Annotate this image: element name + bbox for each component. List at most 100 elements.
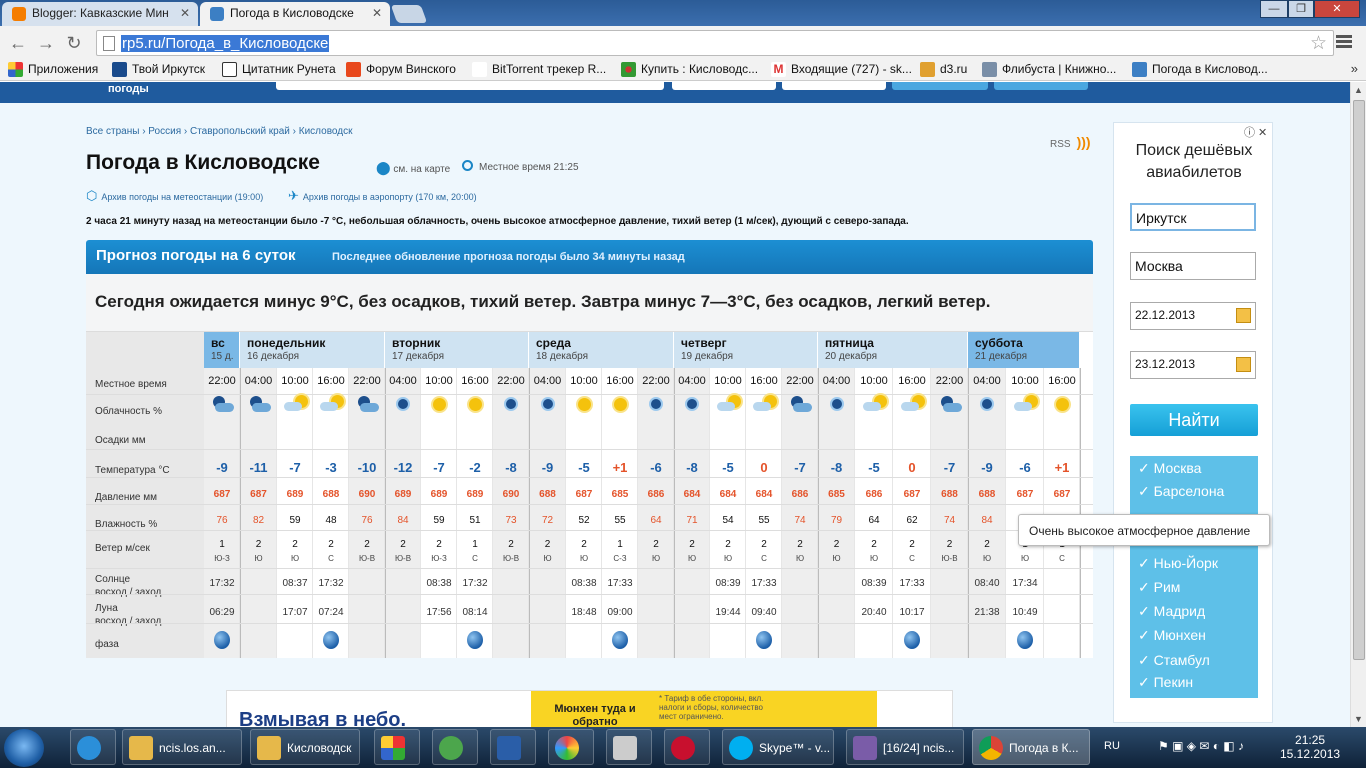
to-field[interactable]: Москва	[1130, 252, 1256, 280]
reload-button[interactable]: ↻	[62, 31, 86, 55]
task-item-active[interactable]: Погода в К...	[972, 729, 1090, 765]
archive-airport-link[interactable]: ✈ Архив погоды в аэропорту (170 км, 20:00…	[288, 188, 477, 204]
from-field[interactable]: Иркутск	[1130, 203, 1256, 231]
bookmark-weather[interactable]: Погода в Кисловод...	[1132, 62, 1268, 77]
day-date: 15 д.	[211, 351, 234, 362]
task-item[interactable]	[548, 729, 594, 765]
address-bar[interactable]: rp5.ru/Погода_в_Кисловодске ☆	[96, 30, 1334, 56]
label-temp: Температура °С	[95, 465, 170, 476]
task-item[interactable]: Skype™ - v...	[722, 729, 834, 765]
local-time: Местное время 21:25	[462, 160, 579, 173]
ad-close-icon[interactable]: ⓘ ✕	[1244, 124, 1267, 140]
tray-icons[interactable]: ⚑ ▣ ◈ ✉ ◐ ◧ ♪	[1158, 739, 1244, 753]
time-cell: 10:00	[1011, 375, 1039, 387]
calendar-icon[interactable]	[1236, 357, 1251, 372]
city-item[interactable]: ✓ Стамбул	[1138, 652, 1210, 669]
sun-cloud-icon	[318, 394, 344, 414]
sun-time-cell: 08:38	[426, 578, 452, 589]
city-item[interactable]: ✓ Нью-Йорк	[1138, 555, 1218, 572]
bookmark-irkutsk[interactable]: Твой Иркутск	[112, 62, 205, 77]
city-item[interactable]: ✓ Рим	[1138, 579, 1180, 596]
task-item[interactable]	[606, 729, 652, 765]
humidity-cell: 84	[397, 515, 409, 526]
label-sun-sub: восход / заход	[95, 587, 162, 598]
ie-icon	[77, 736, 101, 760]
scrollbar[interactable]: ▲ ▼	[1350, 82, 1366, 727]
rss-link[interactable]: RSS)))	[1050, 134, 1091, 150]
site-button[interactable]	[892, 82, 988, 90]
url-text[interactable]: rp5.ru/Погода_в_Кисловодске	[121, 35, 330, 52]
task-item[interactable]	[664, 729, 710, 765]
pressure-cell: 689	[430, 489, 448, 500]
task-item[interactable]: [16/24] ncis...	[846, 729, 964, 765]
search-flights-button[interactable]: Найти	[1130, 404, 1258, 436]
city-item[interactable]: ✓ Барселона	[1138, 483, 1224, 500]
site-select[interactable]	[782, 82, 886, 90]
city-item[interactable]: ✓ Мадрид	[1138, 603, 1205, 620]
task-item[interactable]	[490, 729, 536, 765]
city-item[interactable]: ✓ Пекин	[1138, 674, 1193, 691]
archive-station-link[interactable]: ⬡ Архив погоды на метеостанции (19:00)	[86, 188, 263, 204]
row-divider	[86, 449, 1093, 450]
cloud-night-icon	[937, 394, 963, 414]
breadcrumb[interactable]: Все страны › Россия › Ставропольский кра…	[86, 126, 352, 137]
sun-cloud-icon	[282, 394, 308, 414]
task-item[interactable]	[374, 729, 420, 765]
bookmarks-overflow[interactable]: »	[1351, 61, 1358, 76]
back-button[interactable]: ←	[6, 31, 30, 55]
map-link[interactable]: ⬤ см. на карте	[376, 160, 450, 176]
sun-time-cell: 17:33	[751, 578, 777, 589]
site-search[interactable]	[276, 82, 664, 90]
moon-time-cell: 19:44	[715, 607, 741, 618]
pressure-cell: 685	[611, 489, 629, 500]
depart-date-field[interactable]: 22.12.2013	[1130, 302, 1256, 330]
new-tab-button[interactable]	[390, 5, 428, 23]
city-item[interactable]: ✓ Москва	[1138, 460, 1201, 477]
menu-icon[interactable]	[1336, 33, 1352, 50]
bookmark-torrent[interactable]: BitTorrent трекер R...	[472, 62, 606, 77]
day-name: четверг	[681, 336, 727, 350]
opera-icon	[671, 736, 695, 760]
clock[interactable]: 21:25 15.12.2013	[1280, 733, 1340, 761]
sun-cloud-icon	[1012, 394, 1038, 414]
calendar-icon[interactable]	[1236, 308, 1251, 323]
scroll-down-icon[interactable]: ▼	[1354, 714, 1363, 724]
task-item[interactable]: ncis.los.an...	[122, 729, 242, 765]
banner-promo: Мюнхен туда и обратно	[554, 703, 636, 727]
close-window-button[interactable]: ✕	[1314, 0, 1360, 18]
bookmark-forum[interactable]: Форум Винского	[346, 62, 456, 77]
bookmark-d3[interactable]: d3.ru	[920, 62, 967, 77]
bookmark-flibusta[interactable]: Флибуста | Книжно...	[982, 62, 1116, 77]
bookmark-buy[interactable]: Купить : Кисловодс...	[621, 62, 758, 77]
ie-button[interactable]	[70, 729, 116, 765]
minimize-button[interactable]: —	[1260, 0, 1288, 18]
site-button[interactable]	[994, 82, 1088, 90]
tab-weather[interactable]: Погода в Кисловодске ✕	[200, 2, 390, 26]
task-item[interactable]	[432, 729, 478, 765]
bookmark-apps[interactable]: Приложения	[8, 62, 98, 77]
pressure-cell: 688	[978, 489, 996, 500]
moon-time-cell: 08:14	[462, 607, 488, 618]
flibusta-icon	[982, 62, 997, 77]
forward-button[interactable]: →	[34, 31, 58, 55]
language-indicator[interactable]: RU	[1104, 740, 1120, 752]
site-select[interactable]	[672, 82, 776, 90]
maximize-button[interactable]: ❐	[1288, 0, 1314, 18]
site-logo[interactable]: погоды	[108, 83, 149, 95]
scroll-thumb[interactable]	[1353, 100, 1365, 660]
pressure-cell: 687	[575, 489, 593, 500]
close-tab-icon[interactable]: ✕	[372, 2, 382, 24]
tab-blogger[interactable]: Blogger: Кавказские Мин ✕	[2, 2, 198, 26]
close-tab-icon[interactable]: ✕	[180, 2, 190, 24]
bookmark-inbox[interactable]: M Входящие (727) - sk...	[771, 62, 912, 77]
bookmark-citatnik[interactable]: Цитатник Рунета	[222, 62, 336, 77]
pressure-cell: 687	[213, 489, 231, 500]
bookmark-star-icon[interactable]: ☆	[1310, 32, 1327, 55]
task-item[interactable]: Кисловодск	[250, 729, 360, 765]
scroll-up-icon[interactable]: ▲	[1354, 85, 1363, 95]
start-button[interactable]	[4, 729, 44, 767]
return-date-field[interactable]: 23.12.2013	[1130, 351, 1256, 379]
city-item[interactable]: ✓ Мюнхен	[1138, 627, 1206, 644]
ad-heading: Поиск дешёвых авиабилетов	[1135, 142, 1253, 181]
ad-banner[interactable]: Взмывая в небо. Мюнхен туда и обратно * …	[226, 690, 953, 727]
